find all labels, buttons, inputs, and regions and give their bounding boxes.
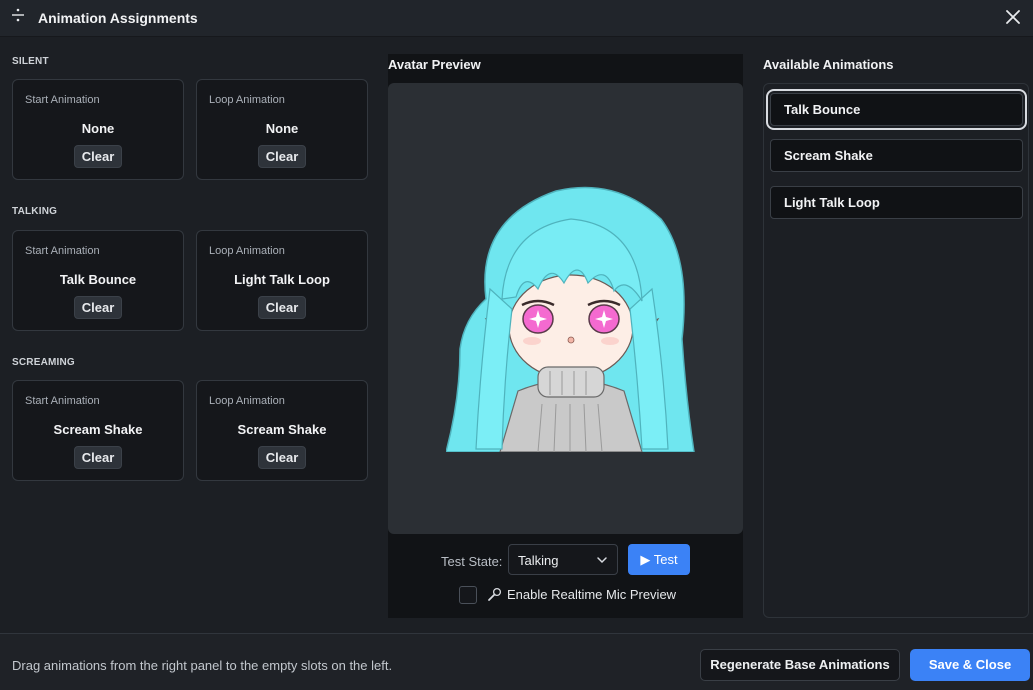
slot-label: Start Animation — [25, 395, 100, 407]
close-icon[interactable] — [1001, 5, 1025, 29]
available-animations-title: Available Animations — [763, 57, 894, 72]
animation-item[interactable]: Talk Bounce — [766, 89, 1027, 130]
chevron-down-icon — [597, 557, 607, 564]
slot-value: Scream Shake — [53, 422, 143, 437]
mic-preview-label: Enable Realtime Mic Preview — [507, 587, 677, 602]
clear-button[interactable]: Clear — [258, 296, 306, 319]
avatar-image — [446, 186, 695, 452]
section-label-silent: SILENT — [12, 56, 49, 67]
test-state-label: Test State: — [441, 554, 503, 569]
slot-label: Loop Animation — [209, 395, 285, 407]
slot-label: Loop Animation — [209, 94, 285, 106]
clear-button[interactable]: Clear — [74, 446, 122, 469]
slot-talking-start[interactable]: Start Animation Talk Bounce Clear — [12, 230, 184, 331]
regenerate-base-animations-button[interactable]: Regenerate Base Animations — [700, 649, 900, 681]
slot-screaming-loop[interactable]: Loop Animation Scream Shake Clear — [196, 380, 368, 481]
slot-silent-loop[interactable]: Loop Animation None Clear — [196, 79, 368, 180]
preview-canvas — [388, 83, 743, 534]
slot-value: None — [265, 121, 299, 136]
slot-talking-loop[interactable]: Loop Animation Light Talk Loop Clear — [196, 230, 368, 331]
slot-value: Light Talk Loop — [234, 272, 330, 287]
clear-button[interactable]: Clear — [258, 446, 306, 469]
slot-label: Loop Animation — [209, 245, 285, 257]
slot-label: Start Animation — [25, 94, 100, 106]
slot-value: Talk Bounce — [59, 272, 137, 287]
test-button[interactable]: ▶ Test — [628, 544, 690, 575]
avatar-preview-panel: Avatar Preview Test State: Talking ▶ Tes… — [388, 54, 743, 618]
animation-item[interactable]: Scream Shake — [770, 139, 1023, 172]
preview-title: Avatar Preview — [388, 57, 481, 72]
slot-value: None — [81, 121, 115, 136]
microphone-icon — [488, 587, 502, 601]
clear-button[interactable]: Clear — [74, 145, 122, 168]
section-label-talking: TALKING — [12, 206, 58, 217]
slot-silent-start[interactable]: Start Animation None Clear — [12, 79, 184, 180]
title-bar: Animation Assignments — [0, 0, 1033, 37]
slot-value: Scream Shake — [237, 422, 327, 437]
section-label-screaming: SCREAMING — [12, 357, 75, 368]
mic-preview-checkbox[interactable] — [459, 586, 477, 604]
animation-item[interactable]: Light Talk Loop — [770, 186, 1023, 219]
clear-button[interactable]: Clear — [74, 296, 122, 319]
slot-screaming-start[interactable]: Start Animation Scream Shake Clear — [12, 380, 184, 481]
slot-label: Start Animation — [25, 245, 100, 257]
test-state-value: Talking — [518, 553, 559, 568]
footer-hint: Drag animations from the right panel to … — [12, 658, 393, 673]
clear-button[interactable]: Clear — [258, 145, 306, 168]
window-title: Animation Assignments — [38, 10, 198, 26]
available-animations-panel: Talk Bounce Scream Shake Light Talk Loop — [763, 83, 1029, 618]
test-state-select[interactable]: Talking — [508, 544, 618, 575]
save-close-button[interactable]: Save & Close — [910, 649, 1030, 681]
footer-bar: Drag animations from the right panel to … — [0, 633, 1033, 690]
divide-icon — [12, 8, 24, 22]
